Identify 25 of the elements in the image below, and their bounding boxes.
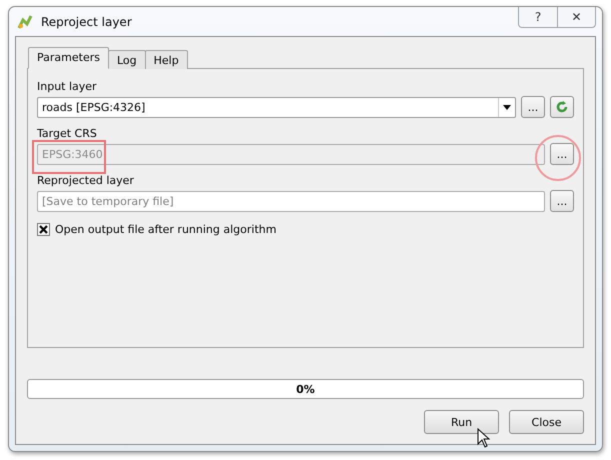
highlight-circle (535, 135, 581, 181)
mouse-pointer-icon (477, 428, 490, 448)
tab[interactable]: Parameters (28, 47, 109, 69)
browse-button[interactable]: ... (521, 96, 545, 118)
field-label: Reprojected layer (37, 174, 134, 187)
help-button[interactable]: ? (519, 7, 557, 27)
window-title: Reproject layer (41, 14, 133, 28)
progress-text: 0% (296, 382, 315, 396)
field-label: Input layer (37, 80, 97, 93)
run-button[interactable]: Run (424, 410, 499, 434)
input-field[interactable]: [Save to temporary file] (37, 190, 545, 212)
refresh-icon (555, 100, 569, 114)
dropdown-arrow-icon (503, 104, 511, 110)
browse-button[interactable]: ... (550, 190, 574, 212)
checkbox[interactable] (37, 223, 50, 236)
layer-dropdown[interactable]: roads [EPSG:4326] (37, 96, 516, 118)
close-button[interactable]: ✕ (557, 7, 595, 27)
checkbox-label: Open output file after running algorithm (55, 223, 276, 236)
tab[interactable]: Help (144, 50, 188, 69)
cross-icon (39, 225, 48, 234)
tab[interactable]: Log (108, 50, 146, 69)
refresh-button[interactable] (550, 96, 574, 118)
field-label: Target CRS (37, 127, 97, 140)
app-logo-icon (17, 14, 33, 30)
close-button[interactable]: Close (509, 410, 584, 434)
